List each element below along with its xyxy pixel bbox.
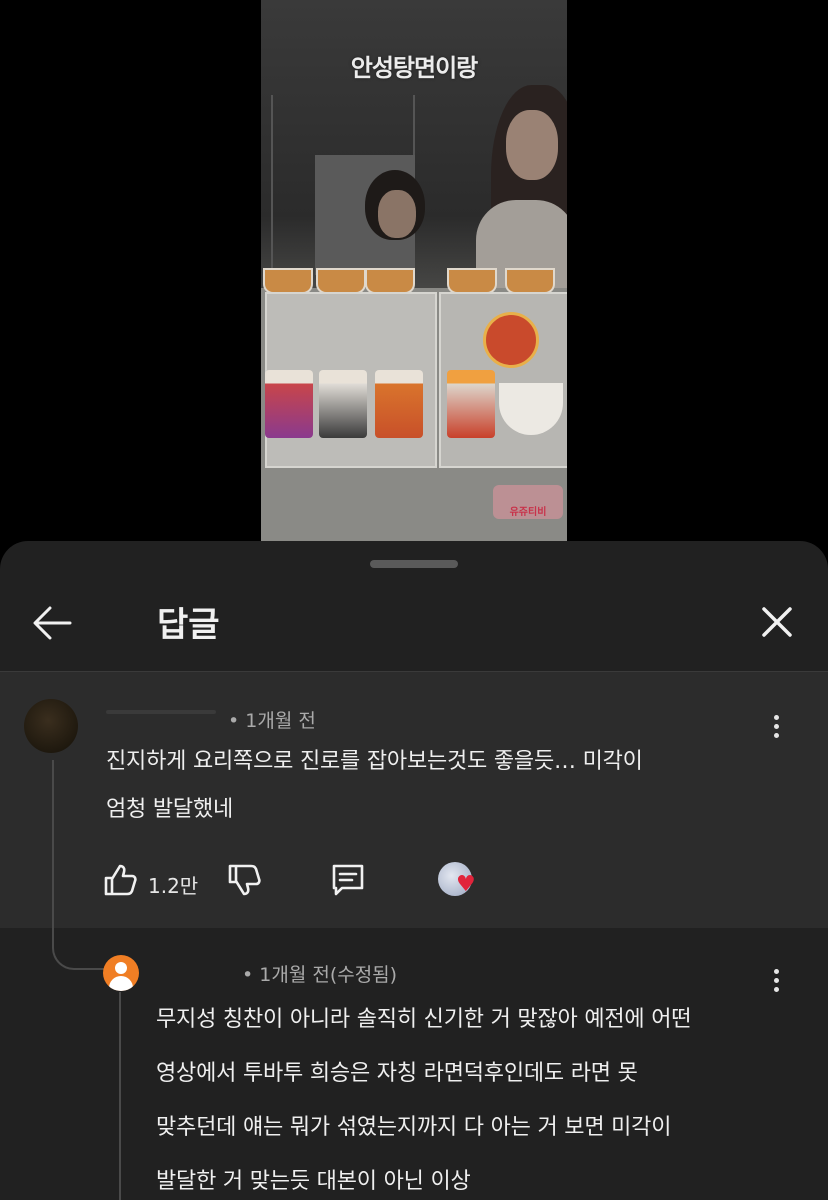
video-scene-child-face bbox=[378, 190, 416, 238]
default-avatar-icon[interactable] bbox=[103, 955, 139, 991]
replies-sheet: 답글 • 1개월 전 진지하게 요리쪽으로 진로를 잡아보는것도 좋을듯… 미각… bbox=[0, 541, 828, 1200]
video-scene-ramen-cup bbox=[375, 370, 423, 438]
close-button[interactable] bbox=[756, 601, 798, 643]
back-arrow-icon bbox=[33, 606, 72, 640]
reply-thread-line bbox=[119, 992, 121, 1200]
video-scene-noodle-bowl bbox=[316, 268, 366, 294]
video-scene-ramen-cup bbox=[319, 370, 367, 438]
like-button[interactable] bbox=[100, 860, 144, 904]
drag-handle[interactable] bbox=[370, 560, 458, 568]
dislike-button[interactable] bbox=[224, 860, 268, 904]
sheet-header: 답글 bbox=[0, 583, 828, 671]
creator-heart-icon: ♥ bbox=[456, 872, 476, 897]
reply-button[interactable] bbox=[328, 860, 372, 904]
more-vert-icon bbox=[766, 969, 786, 992]
comment-more-button[interactable] bbox=[766, 712, 786, 746]
parent-comment: • 1개월 전 진지하게 요리쪽으로 진로를 잡아보는것도 좋을듯… 미각이 엄… bbox=[0, 672, 828, 928]
reply-timestamp: • 1개월 전(수정됨) bbox=[242, 964, 398, 986]
comment-text-line: 엄청 발달했네 bbox=[106, 797, 234, 822]
video-scene-woman-face bbox=[506, 110, 558, 180]
reply-comment-icon bbox=[332, 864, 364, 896]
reply-text-line: 영상에서 투바투 희승은 자칭 라면덕후인데도 라면 못 bbox=[156, 1061, 638, 1086]
video-player[interactable]: 안성탕면이랑 유쥬티비 bbox=[261, 0, 567, 541]
reply-text-line: 무지성 칭찬이 아니라 솔직히 신기한 거 맞잖아 예전에 어떤 bbox=[156, 1007, 692, 1032]
back-button[interactable] bbox=[30, 603, 76, 643]
video-scene-cup-lid bbox=[483, 312, 539, 368]
comment-timestamp: • 1개월 전 bbox=[228, 710, 316, 732]
reply-text-line: 맞추던데 얘는 뭐가 섞였는지까지 다 아는 거 보면 미각이 bbox=[156, 1115, 672, 1140]
video-scene-noodle-bowl bbox=[447, 268, 497, 294]
reply-comment: • 1개월 전(수정됨) 무지성 칭찬이 아니라 솔직히 신기한 거 맞잖아 예… bbox=[0, 928, 828, 1200]
video-caption: 안성탕면이랑 bbox=[350, 54, 478, 82]
thread-line bbox=[52, 760, 54, 928]
thumb-up-icon bbox=[104, 864, 137, 896]
video-scene-noodle-bowl bbox=[505, 268, 555, 294]
like-count: 1.2만 bbox=[148, 874, 199, 898]
comment-text-line: 진지하게 요리쪽으로 진로를 잡아보는것도 좋을듯… 미각이 bbox=[106, 749, 643, 774]
thumb-down-icon bbox=[228, 864, 261, 896]
more-vert-icon bbox=[766, 715, 786, 738]
video-scene-ramen-cup bbox=[265, 370, 313, 438]
comment-actions: 1.2만 ♥ bbox=[100, 860, 520, 904]
channel-watermark-logo: 유쥬티비 bbox=[493, 485, 563, 519]
thread-connector bbox=[52, 928, 104, 970]
avatar[interactable] bbox=[24, 699, 78, 753]
video-scene-noodle-bowl bbox=[263, 268, 313, 294]
close-icon bbox=[762, 607, 792, 637]
video-scene-noodle-bowl bbox=[365, 268, 415, 294]
video-scene-ramen-cup bbox=[447, 370, 495, 438]
reply-more-button[interactable] bbox=[766, 966, 786, 1000]
sheet-title: 답글 bbox=[157, 605, 220, 645]
reply-text-line: 발달한 거 맞는듯 대본이 아닌 이상 bbox=[156, 1169, 471, 1194]
watermark-text: 유쥬티비 bbox=[509, 507, 547, 518]
author-name-redacted bbox=[106, 710, 216, 714]
creator-heart: ♥ bbox=[438, 860, 486, 904]
